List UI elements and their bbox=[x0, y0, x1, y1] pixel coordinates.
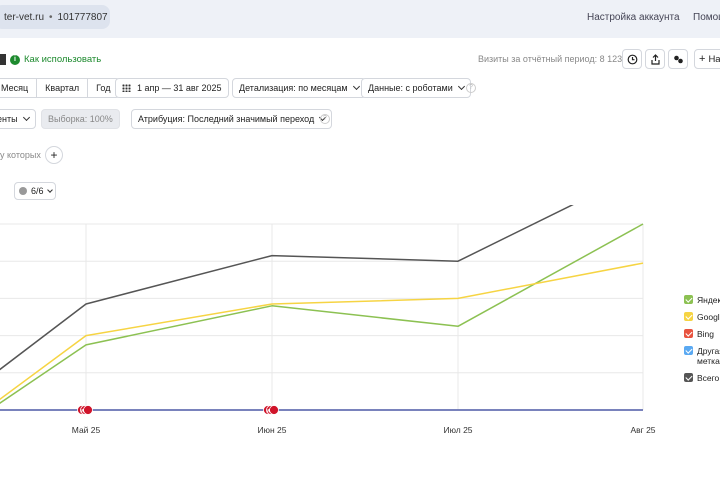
period-tabs: Месяц Квартал Год bbox=[0, 78, 120, 98]
series-selector[interactable]: 6/6 bbox=[14, 182, 56, 200]
annotation-label: и bbox=[80, 408, 84, 415]
legend-item-total[interactable]: Всего bbox=[684, 373, 720, 383]
tab-month[interactable]: Месяц bbox=[0, 79, 36, 97]
counter-selector[interactable]: ter-vet.ru • 101777807 bbox=[0, 5, 110, 29]
x-tick-label: Авг 25 bbox=[630, 425, 655, 435]
annotation-marker[interactable]: и bbox=[263, 405, 279, 415]
annotation-dot bbox=[83, 405, 93, 415]
segments-dropdown[interactable]: енты bbox=[0, 109, 36, 129]
separator-dot: • bbox=[49, 11, 53, 23]
checkbox-icon[interactable] bbox=[684, 295, 693, 304]
counter-id: 101777807 bbox=[57, 11, 108, 23]
history-button[interactable] bbox=[622, 49, 642, 69]
annotation-dot bbox=[269, 405, 279, 415]
clock-icon bbox=[627, 54, 637, 64]
legend-item-yandex[interactable]: Яндек bbox=[684, 295, 720, 305]
plus-icon: + bbox=[699, 53, 706, 65]
add-condition-button[interactable]: + bbox=[45, 146, 63, 164]
annotation-label: и bbox=[266, 408, 270, 415]
sample-label: Выборка: 100% bbox=[48, 114, 113, 124]
data-mode-dropdown[interactable]: Данные: с роботами bbox=[361, 78, 471, 98]
date-range-picker[interactable]: 1 апр — 31 авг 2025 bbox=[115, 78, 229, 98]
segments-label: енты bbox=[0, 114, 18, 124]
chevron-down-icon bbox=[352, 82, 360, 91]
help-icon[interactable]: ? bbox=[320, 114, 330, 124]
help-icon[interactable]: ? bbox=[466, 83, 476, 93]
compare-button[interactable] bbox=[668, 49, 688, 69]
x-tick-label: Май 25 bbox=[72, 425, 101, 435]
chevron-down-icon bbox=[22, 113, 30, 122]
sample-dropdown: Выборка: 100% bbox=[41, 109, 120, 129]
legend-item-google[interactable]: Google bbox=[684, 312, 720, 322]
series-count-label: 6/6 bbox=[31, 186, 44, 196]
segments-icon bbox=[673, 55, 683, 63]
series-line-всего[interactable] bbox=[0, 205, 643, 371]
how-to-use-link[interactable]: i Как использовать bbox=[0, 54, 101, 65]
tab-quarter[interactable]: Квартал bbox=[36, 79, 87, 97]
data-mode-label: Данные: с роботами bbox=[368, 83, 453, 93]
legend-label: Google bbox=[697, 312, 720, 322]
calendar-icon bbox=[122, 84, 131, 92]
legend-item-bing[interactable]: Bing bbox=[684, 329, 720, 339]
export-button[interactable] bbox=[645, 49, 665, 69]
checkbox-icon[interactable] bbox=[684, 329, 693, 338]
checkbox-icon[interactable] bbox=[684, 346, 693, 355]
attribution-dropdown[interactable]: Атрибуция: Последний значимый переход bbox=[131, 109, 333, 129]
chevron-down-icon bbox=[457, 82, 465, 91]
series-dot-icon bbox=[19, 187, 27, 195]
plus-icon: + bbox=[50, 148, 58, 162]
legend-label: Bing bbox=[697, 329, 715, 339]
add-label: На bbox=[708, 53, 720, 65]
checkbox-icon[interactable] bbox=[684, 312, 693, 321]
add-button[interactable]: + На bbox=[694, 49, 720, 69]
how-to-use-label: Как использовать bbox=[24, 54, 102, 65]
conditions-label: у которых bbox=[0, 150, 41, 160]
title-fragment-icon bbox=[0, 54, 6, 65]
detail-label: Детализация: по месяцам bbox=[239, 83, 348, 93]
site-name: ter-vet.ru bbox=[4, 11, 45, 23]
series-line-яндек[interactable] bbox=[0, 223, 644, 404]
chart-legend: Яндек Google Bing Другаяметка Всего bbox=[684, 295, 720, 390]
checkbox-icon[interactable] bbox=[684, 373, 693, 382]
legend-label: Всего bbox=[697, 373, 720, 383]
detail-dropdown[interactable]: Детализация: по месяцам bbox=[232, 78, 366, 98]
info-icon: i bbox=[10, 54, 20, 65]
attribution-label: Атрибуция: Последний значимый переход bbox=[138, 114, 315, 124]
line-chart: и и Май 25 Июн 25 Июл 25 Авг 25 bbox=[0, 205, 656, 435]
top-bar: ter-vet.ru • 101777807 Настройка аккаунт… bbox=[0, 0, 720, 38]
x-tick-label: Июл 25 bbox=[443, 425, 472, 435]
account-settings-link[interactable]: Настройка аккаунта bbox=[587, 12, 680, 23]
legend-label: Яндек bbox=[697, 295, 720, 305]
date-range-label: 1 апр — 31 авг 2025 bbox=[137, 83, 222, 93]
legend-item-other[interactable]: Другаяметка bbox=[684, 346, 720, 366]
chevron-down-icon bbox=[46, 186, 53, 193]
visits-count: Визиты за отчётный период: 8 123 bbox=[478, 54, 623, 64]
annotation-marker[interactable]: и bbox=[77, 405, 93, 415]
legend-label: Другаяметка bbox=[697, 346, 720, 366]
x-tick-label: Июн 25 bbox=[258, 425, 287, 435]
tab-year[interactable]: Год bbox=[87, 79, 118, 97]
share-icon bbox=[650, 53, 660, 65]
help-link[interactable]: Помощ bbox=[693, 12, 720, 23]
series-line-google[interactable] bbox=[0, 262, 644, 401]
